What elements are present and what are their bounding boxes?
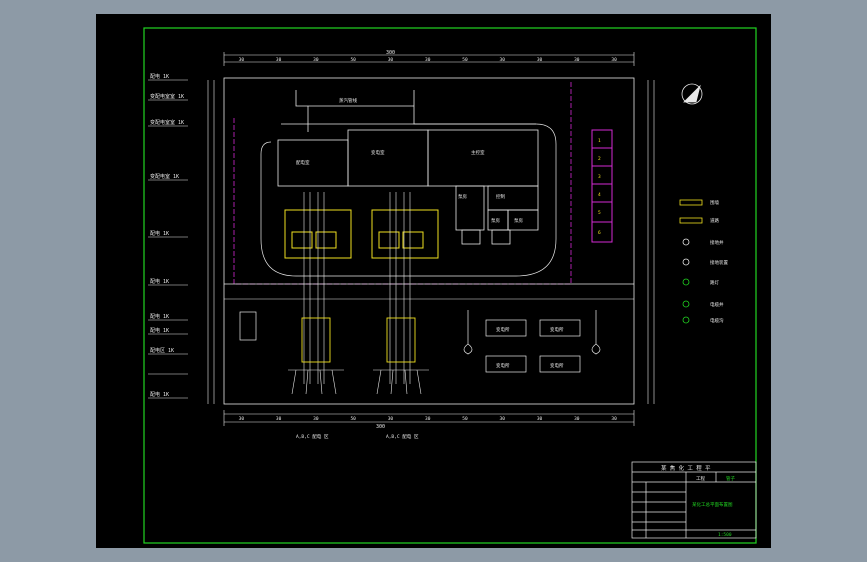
top-dim-seg-1: 30 — [276, 57, 282, 63]
top-dim-seg-5: 30 — [425, 57, 431, 63]
room-label-3: 主控室 — [471, 149, 485, 156]
top-dim-seg-10: 30 — [611, 57, 617, 63]
magenta-label-4: 4 — [598, 192, 601, 198]
legend: 围墙道路接地井接地装置路灯电缆井电缆沟 — [679, 199, 728, 324]
bottom-dim-seg-4: 30 — [388, 416, 394, 422]
room-label-1: 配电室 — [296, 159, 310, 166]
bottom-dim-seg-10: 30 — [611, 416, 617, 422]
legend-symbol-2 — [682, 238, 690, 246]
left-label-6: 配电 1K — [150, 313, 169, 320]
building-control-room — [427, 129, 539, 187]
pad-label-3: 变电所 — [496, 362, 510, 369]
legend-label-5: 电缆井 — [710, 301, 724, 308]
pipe-label: 蒸汽管线 — [339, 97, 357, 104]
transformer-yards — [284, 209, 439, 259]
left-label-4: 配电 1K — [150, 230, 169, 237]
bottom-dim-segments: 30 30 30 50 30 30 50 30 30 30 30 — [239, 416, 617, 422]
site-plan-drawing: 配电 1K 变配电室室 1K 变配电室室 1K 变配电室 1K 配电 1K 配电… — [143, 27, 757, 544]
top-dim-seg-4: 30 — [388, 57, 394, 63]
cable-lines — [303, 192, 411, 384]
left-label-3: 变配电室 1K — [150, 173, 179, 180]
bottom-dim-seg-5: 30 — [425, 416, 431, 422]
left-small-block — [239, 311, 257, 341]
title-block — [631, 461, 757, 539]
top-dim-seg-2: 30 — [313, 57, 319, 63]
bottom-dim-seg-1: 30 — [276, 416, 282, 422]
left-label-8: 配电区 1K — [150, 347, 174, 354]
legend-symbol-3 — [682, 258, 690, 266]
legend-label-1: 道路 — [710, 217, 719, 224]
top-overall-dim: 300 — [386, 50, 395, 56]
legend-symbol-5 — [682, 300, 690, 308]
drain-loop-left — [463, 310, 473, 355]
bottom-dim-seg-0: 30 — [239, 416, 245, 422]
magenta-label-2: 2 — [598, 156, 601, 162]
drain-loop-right — [591, 310, 601, 355]
left-label-5: 配电 1K — [150, 278, 169, 285]
left-label-2: 变配电室室 1K — [150, 119, 184, 126]
magenta-column — [591, 129, 613, 243]
pad-label-2: 变电所 — [550, 326, 564, 333]
north-arrow-icon — [681, 83, 703, 105]
side-dimensions — [207, 80, 655, 404]
magenta-label-5: 5 — [598, 210, 601, 216]
pipe-routes — [295, 90, 536, 132]
bottom-dim-seg-6: 50 — [462, 416, 468, 422]
bottom-right-label: A,B,C 配电 区 — [386, 433, 419, 440]
building-pump-1 — [455, 185, 485, 231]
legend-label-2: 接地井 — [710, 239, 724, 246]
title-col-b: 管子 — [726, 475, 735, 482]
top-dim-seg-6: 50 — [462, 57, 468, 63]
title-col-a: 工程 — [696, 475, 705, 482]
top-dim-seg-7: 30 — [500, 57, 506, 63]
top-dim-seg-3: 50 — [350, 57, 356, 63]
transformer-yard-2 — [371, 209, 439, 259]
room-label-4: 泵房 — [458, 193, 467, 200]
pad-label-1: 变电所 — [496, 326, 510, 333]
room-label-6: 泵房 — [491, 217, 500, 224]
room-label-7: 泵房 — [514, 217, 523, 224]
left-label-7: 配电 1K — [150, 327, 169, 334]
bottom-left-label: A,B,C 配电 区 — [296, 433, 329, 440]
cad-viewport[interactable]: 配电 1K 变配电室室 1K 变配电室室 1K 变配电室 1K 配电 1K 配电… — [96, 14, 771, 548]
bottom-dim-seg-8: 30 — [537, 416, 543, 422]
left-label-9: 配电 1K — [150, 391, 169, 398]
title-header: 某 焦 化 工 程 平 — [661, 464, 711, 472]
room-label-5: 控制 — [496, 193, 505, 200]
top-dim-seg-8: 30 — [537, 57, 543, 63]
top-dim-seg-0: 30 — [239, 57, 245, 63]
legend-label-6: 电缆沟 — [710, 317, 724, 324]
magenta-label-6: 6 — [598, 230, 601, 236]
bottom-dim-seg-3: 50 — [350, 416, 356, 422]
left-label-0: 配电 1K — [150, 73, 169, 80]
legend-symbol-4 — [682, 278, 690, 286]
left-label-1: 变配电室室 1K — [150, 93, 184, 100]
top-dim-seg-9: 30 — [574, 57, 580, 63]
bottom-dim-seg-7: 30 — [500, 416, 506, 422]
title-scale: 1:500 — [718, 532, 732, 538]
bottom-overall-dim: 300 — [376, 424, 385, 430]
bottom-dim-seg-9: 30 — [574, 416, 580, 422]
title-drawing-name: 某化工总平面布置图 — [692, 501, 733, 508]
legend-symbol-6 — [682, 316, 690, 324]
building-distribution-room — [277, 139, 349, 187]
legend-label-4: 路灯 — [710, 279, 719, 286]
output-feeders — [288, 369, 429, 395]
legend-symbol-1 — [679, 217, 703, 224]
magenta-label-3: 3 — [598, 174, 601, 180]
building-substation — [347, 129, 429, 187]
internal-road — [260, 123, 557, 277]
room-label-2: 变电室 — [371, 149, 385, 156]
magenta-label-1: 1 — [598, 138, 601, 144]
legend-label-3: 接地装置 — [710, 259, 728, 266]
bottom-dim-seg-2: 30 — [313, 416, 319, 422]
pad-label-4: 变电所 — [550, 362, 564, 369]
legend-label-0: 围墙 — [710, 199, 719, 206]
legend-symbol-0 — [679, 199, 703, 206]
lower-transformer-blocks — [301, 317, 416, 363]
buildings — [277, 129, 539, 245]
